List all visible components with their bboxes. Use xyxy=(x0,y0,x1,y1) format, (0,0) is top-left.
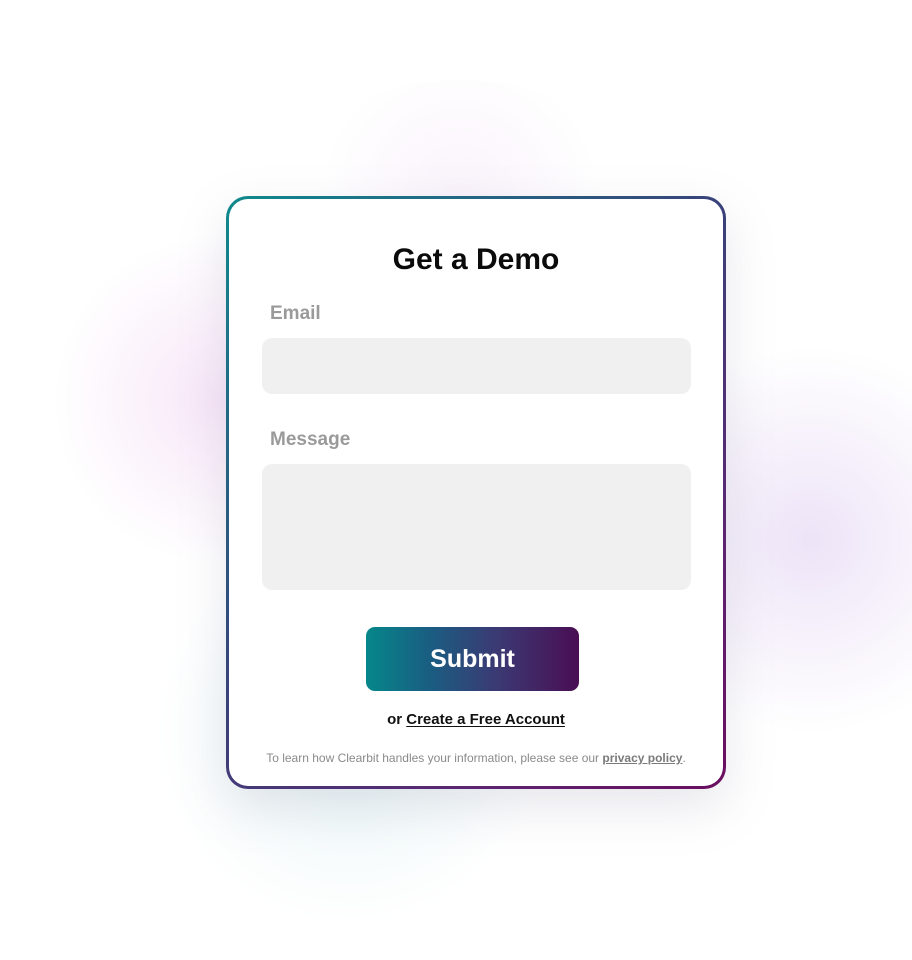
create-account-line: or Create a Free Account xyxy=(229,711,723,728)
alt-prefix: or xyxy=(387,711,403,728)
footnote-text: To learn how Clearbit handles your infor… xyxy=(266,751,600,765)
demo-form-card: Get a Demo Email Message Submit or Creat… xyxy=(226,196,726,789)
submit-button[interactable]: Submit xyxy=(366,627,579,691)
email-field[interactable] xyxy=(262,338,691,394)
message-field[interactable] xyxy=(262,464,691,590)
create-free-account-link[interactable]: Create a Free Account xyxy=(406,711,565,728)
email-label: Email xyxy=(270,303,321,324)
message-label: Message xyxy=(270,429,351,450)
footnote-suffix: . xyxy=(682,751,686,765)
privacy-policy-link[interactable]: privacy policy xyxy=(602,751,682,765)
form-title: Get a Demo xyxy=(392,243,560,276)
privacy-footnote: To learn how Clearbit handles your infor… xyxy=(229,751,723,765)
page: Get a Demo Email Message Submit or Creat… xyxy=(0,0,912,960)
demo-form: Get a Demo Email Message Submit or Creat… xyxy=(229,199,723,786)
